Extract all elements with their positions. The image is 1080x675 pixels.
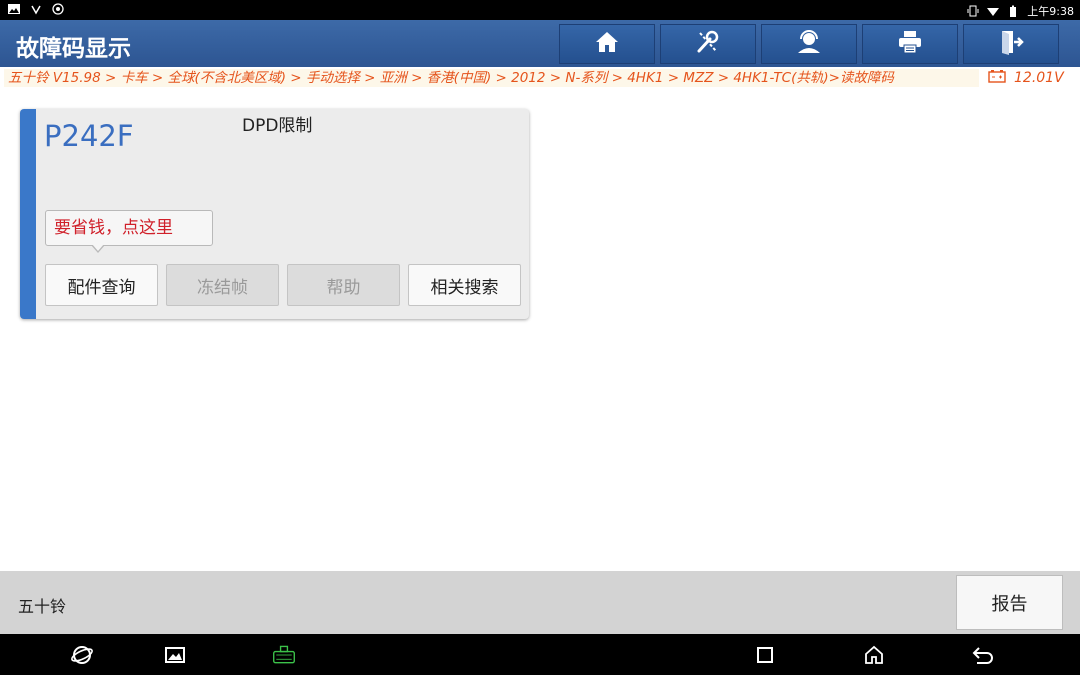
title-bar: 故障码显示 xyxy=(0,20,1080,67)
recent-apps-icon[interactable] xyxy=(753,643,777,667)
home-button[interactable] xyxy=(559,24,655,64)
user-support-icon xyxy=(795,30,823,58)
printer-icon xyxy=(897,30,923,58)
exit-icon xyxy=(998,29,1024,59)
save-money-tooltip[interactable]: 要省钱，点这里 xyxy=(45,210,213,246)
support-button[interactable] xyxy=(761,24,857,64)
breadcrumb: 五十铃 V15.98 > 卡车 > 全球(不含北美区域) > 手动选择 > 亚洲… xyxy=(4,69,979,87)
clock: 上午9:38 xyxy=(1027,5,1074,18)
system-nav-bar xyxy=(0,634,1080,675)
car-battery-icon xyxy=(988,69,1006,87)
wifi-icon xyxy=(987,5,1000,17)
parts-query-button[interactable]: 配件查询 xyxy=(45,264,158,306)
dtc-description: DPD限制 xyxy=(242,116,313,136)
help-button[interactable]: 帮助 xyxy=(287,264,400,306)
back-icon[interactable] xyxy=(971,643,995,667)
browser-icon[interactable] xyxy=(70,643,94,667)
vehicle-brand: 五十铃 xyxy=(18,597,67,616)
exit-button[interactable] xyxy=(963,24,1059,64)
vci-connector-icon[interactable] xyxy=(272,643,296,667)
tooltip-arrow xyxy=(91,244,105,253)
usb-notification-icon xyxy=(30,3,42,15)
bottom-bar: 五十铃 报告 xyxy=(0,571,1080,634)
home-icon xyxy=(595,31,619,57)
voltage-value: 12.01V xyxy=(1014,70,1064,86)
card-accent-bar xyxy=(20,109,36,319)
related-search-button[interactable]: 相关搜索 xyxy=(408,264,521,306)
home-nav-icon[interactable] xyxy=(862,643,886,667)
diagnostic-tools-button[interactable] xyxy=(660,24,756,64)
dtc-code: P242F xyxy=(44,119,134,153)
report-button[interactable]: 报告 xyxy=(956,575,1063,630)
breadcrumb-bar: 五十铃 V15.98 > 卡车 > 全球(不含北美区域) > 手动选择 > 亚洲… xyxy=(0,67,1080,89)
dtc-card[interactable]: P242F DPD限制 要省钱，点这里 配件查询 冻结帧 帮助 相关搜索 xyxy=(20,109,529,319)
settings-notification-icon xyxy=(52,3,64,15)
gallery-icon[interactable] xyxy=(163,643,187,667)
battery-voltage: 12.01V xyxy=(988,69,1064,87)
print-button[interactable] xyxy=(862,24,958,64)
status-bar: 上午9:38 xyxy=(0,0,1080,20)
gallery-notification-icon xyxy=(8,3,20,15)
freeze-frame-button[interactable]: 冻结帧 xyxy=(166,264,279,306)
wrench-icon xyxy=(695,30,721,58)
battery-icon xyxy=(1007,5,1019,17)
vibrate-icon xyxy=(967,5,979,17)
page-title: 故障码显示 xyxy=(16,36,131,62)
